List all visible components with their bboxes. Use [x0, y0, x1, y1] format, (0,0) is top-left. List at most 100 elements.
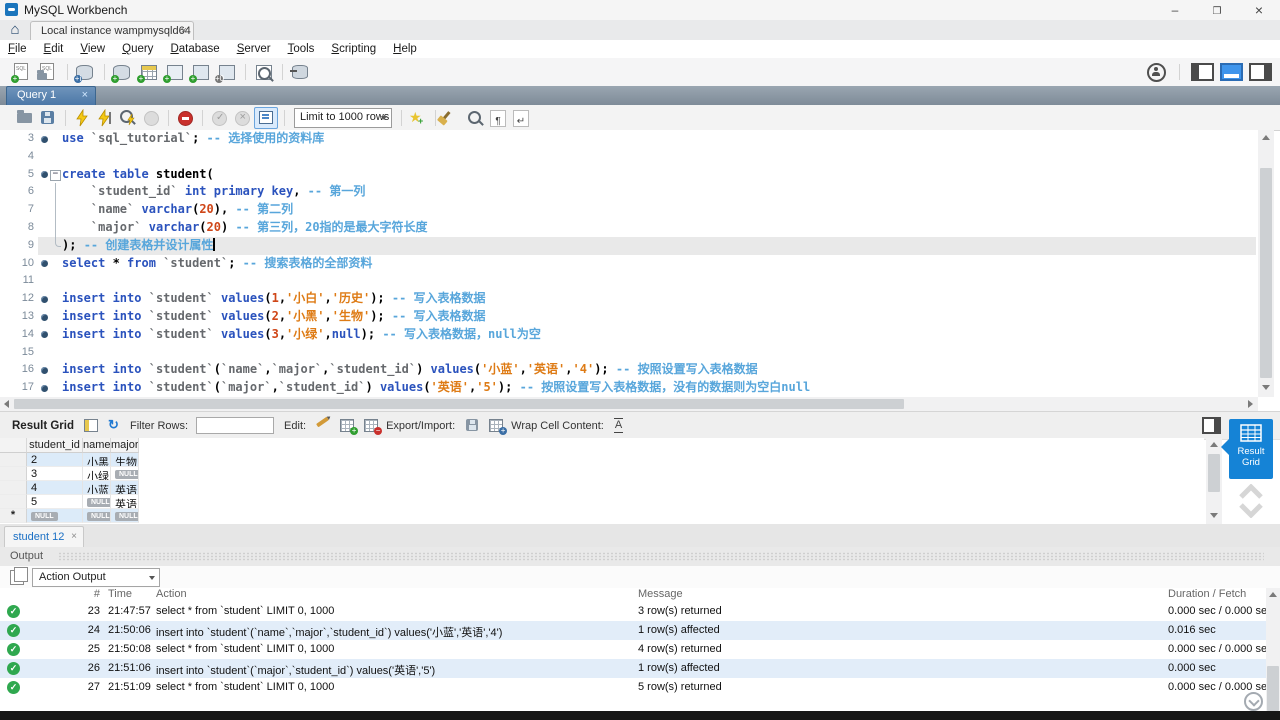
save-script-icon[interactable] [37, 108, 59, 128]
grid-cell[interactable]: NULL [111, 467, 139, 481]
create-function-icon[interactable]: 0 [214, 61, 238, 83]
menu-database[interactable]: Database [170, 43, 219, 55]
export-recordset-icon[interactable] [463, 417, 483, 435]
close-icon[interactable] [181, 25, 187, 37]
menu-help[interactable]: Help [393, 43, 417, 55]
editor-line-5[interactable]: 5create table student( [0, 166, 1256, 184]
output-vscroll-thumb[interactable] [1267, 666, 1279, 711]
new-row-marker[interactable]: * [0, 509, 27, 523]
output-row-27[interactable]: 2721:51:09select * from `student` LIMIT … [0, 678, 1266, 697]
wrap-cell-content-icon[interactable] [612, 417, 632, 435]
autocommit-toggle-icon[interactable] [254, 107, 278, 129]
explain-plan-icon[interactable] [117, 108, 139, 128]
open-sql-file-icon[interactable] [36, 61, 60, 83]
editor-line-12[interactable]: 12insert into `student` values(1,'小白','历… [0, 290, 1256, 308]
grid-cell[interactable]: 4 [27, 481, 83, 495]
invisible-characters-icon[interactable] [487, 108, 509, 128]
chevron-down-icon[interactable] [1238, 502, 1264, 518]
limit-rows-dropdown[interactable]: Limit to 1000 rows [294, 108, 392, 128]
grid-column-header-major[interactable]: major [111, 438, 139, 453]
home-icon[interactable] [0, 20, 30, 40]
output-row-26[interactable]: 2621:51:06insert into `student`(`major`,… [0, 659, 1266, 678]
output-area-toggle-icon[interactable] [1220, 63, 1243, 81]
editor-line-11[interactable]: 11 [0, 272, 1256, 290]
grid-cell[interactable]: 英语 [111, 481, 139, 495]
grid-vscroll-thumb[interactable] [1208, 454, 1220, 492]
scroll-down-float-icon[interactable] [1244, 692, 1263, 711]
result-grid-side-tab[interactable]: ResultGrid [1229, 419, 1273, 479]
menu-query[interactable]: Query [122, 43, 153, 55]
query-tab[interactable]: Query 1 [6, 86, 96, 106]
editor-line-13[interactable]: 13insert into `student` values(2,'小黑','生… [0, 308, 1256, 326]
grid-row-header[interactable] [0, 453, 27, 467]
output-row-25[interactable]: 2521:50:08select * from `student` LIMIT … [0, 640, 1266, 659]
maximize-button[interactable] [1200, 0, 1234, 20]
result-tab-student[interactable]: student 12 [4, 526, 84, 548]
grid-cell[interactable]: 小黑 [83, 453, 111, 467]
inspector-icon[interactable]: i [73, 61, 97, 83]
create-table-icon[interactable] [136, 61, 160, 83]
open-script-icon[interactable] [14, 108, 36, 128]
stop-on-error-toggle-icon[interactable] [174, 108, 196, 128]
user-account-icon[interactable] [1147, 63, 1166, 82]
fold-toggle-icon[interactable] [50, 170, 61, 181]
minimize-button[interactable] [1158, 0, 1192, 20]
create-procedure-icon[interactable] [188, 61, 212, 83]
editor-line-6[interactable]: 6 `student_id` int primary key, -- 第一列 [0, 183, 1256, 201]
grid-view-icon[interactable] [82, 417, 102, 435]
grid-cell[interactable]: 小蓝 [83, 481, 111, 495]
delete-row-icon[interactable] [362, 417, 382, 435]
output-row-23[interactable]: 2321:47:57select * from `student` LIMIT … [0, 602, 1266, 621]
grid-row-header[interactable] [0, 481, 27, 495]
save-snippet-icon[interactable] [407, 108, 429, 128]
grid-column-header-student_id[interactable]: student_id [27, 438, 83, 453]
connection-tab[interactable]: Local instance wampmysqld64 [30, 21, 194, 41]
secondary-sidebar-toggle-icon[interactable] [1249, 63, 1272, 81]
grid-column-header-name[interactable]: name [83, 438, 111, 453]
grid-cell[interactable]: 生物 [111, 453, 139, 467]
editor-line-4[interactable]: 4 [0, 148, 1256, 166]
close-button[interactable] [1242, 0, 1276, 20]
editor-hscroll-thumb[interactable] [14, 399, 904, 409]
import-records-icon[interactable] [487, 417, 507, 435]
output-view-selector[interactable]: Action Output [32, 568, 160, 587]
grid-row-header[interactable] [0, 495, 27, 509]
execute-current-statement-icon[interactable] [94, 108, 116, 128]
edit-record-icon[interactable] [314, 417, 334, 435]
new-sql-tab-icon[interactable] [10, 61, 34, 83]
editor-line-15[interactable]: 15 [0, 344, 1256, 362]
output-row-24[interactable]: 2421:50:06insert into `student`(`name`,`… [0, 621, 1266, 640]
grid-cell[interactable]: NULL [27, 509, 83, 523]
output-vscrollbar[interactable] [1266, 588, 1280, 711]
menu-tools[interactable]: Tools [288, 43, 315, 55]
menu-file[interactable]: File [8, 43, 27, 55]
sidebar-toggle-icon[interactable] [1191, 63, 1214, 81]
grid-cell[interactable]: 英语 [111, 495, 139, 509]
search-table-data-icon[interactable] [251, 61, 275, 83]
grid-cell[interactable]: NULL [83, 495, 111, 509]
panel-toggle-icon[interactable] [1202, 417, 1221, 434]
grid-vscrollbar[interactable] [1206, 438, 1222, 524]
result-grid[interactable]: student_idnamemajor2小黑生物3小绿NULL4小蓝英语5NUL… [0, 438, 1204, 524]
editor-vscroll-thumb[interactable] [1260, 168, 1272, 378]
grid-cell[interactable]: 小绿 [83, 467, 111, 481]
insert-row-icon[interactable] [338, 417, 358, 435]
filter-rows-input[interactable] [196, 417, 274, 434]
create-schema-icon[interactable] [110, 61, 134, 83]
beautify-sql-icon[interactable] [441, 108, 463, 128]
editor-line-16[interactable]: 16insert into `student`(`name`,`major`,`… [0, 361, 1256, 379]
close-icon[interactable] [82, 89, 88, 101]
reconnect-dbms-icon[interactable] [288, 61, 312, 83]
chevron-up-icon[interactable] [1238, 484, 1264, 500]
editor-vscrollbar[interactable] [1258, 130, 1274, 397]
editor-line-8[interactable]: 8 `major` varchar(20) -- 第三列，20指的是最大字符长度 [0, 219, 1256, 237]
menu-view[interactable]: View [80, 43, 105, 55]
grid-cell[interactable]: NULL [83, 509, 111, 523]
editor-line-17[interactable]: 17insert into `student`(`major`,`student… [0, 379, 1256, 397]
grid-cell[interactable]: NULL [111, 509, 139, 523]
editor-line-7[interactable]: 7 `name` varchar(20), -- 第二列 [0, 201, 1256, 219]
editor-line-3[interactable]: 3use `sql_tutorial`; -- 选择使用的资料库 [0, 130, 1256, 148]
grid-row-header[interactable] [0, 467, 27, 481]
find-icon[interactable] [464, 108, 486, 128]
editor-line-14[interactable]: 14insert into `student` values(3,'小绿',nu… [0, 326, 1256, 344]
